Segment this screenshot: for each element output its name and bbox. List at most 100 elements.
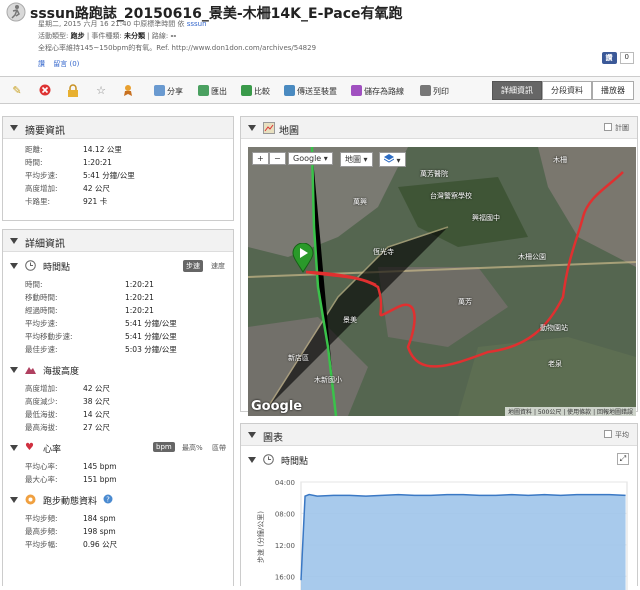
speed-toggle[interactable]: 速度 (208, 260, 228, 272)
row-value: 14.12 公里 (83, 145, 122, 154)
collapse-triangle-icon[interactable] (248, 125, 256, 131)
tab-splits[interactable]: 分段資料 (542, 81, 592, 100)
map-layers-button[interactable]: ▾ (379, 152, 406, 167)
collapse-triangle-icon[interactable] (10, 263, 18, 269)
max-percent-toggle[interactable]: 最高% (179, 442, 206, 454)
tab-details[interactable]: 詳細資訊 (492, 81, 542, 100)
owner-link[interactable]: sssun (187, 20, 207, 28)
summary-row: 平均步速: 5:41 分鐘/公里 (25, 169, 233, 182)
map-type-select[interactable]: 地圖 ▾ (340, 152, 373, 167)
running-dynamics-title: 跑步動態資料 (43, 497, 98, 507)
row-label: 最高步頻: (25, 527, 58, 536)
badge-icon[interactable] (121, 84, 135, 98)
heart-rate-section-header[interactable]: ♥ 心率 bpm 最高% 區帶 (3, 438, 233, 458)
row-value: 1:20:21 (83, 158, 112, 167)
map-title: 地圖 (279, 126, 299, 137)
timing-row: 移動時間: 1:20:21 (25, 291, 233, 304)
map-attribution[interactable]: 地圖資料 | 500公尺 | 使用條款 | 回報地圖錯誤 (505, 407, 636, 416)
summary-row: 卡路里: 921 卡 (25, 195, 233, 208)
chart-average-toggle[interactable]: 平均 (604, 430, 629, 440)
compare-button[interactable]: 比較 (241, 85, 270, 97)
heart-rate-row: 平均心率: 145 bpm (25, 460, 233, 473)
print-button[interactable]: 列印 (420, 85, 449, 97)
row-label: 最高海拔: (25, 423, 58, 432)
zones-toggle[interactable]: 區帶 (209, 442, 229, 454)
details-header[interactable]: 詳細資訊 (3, 230, 233, 252)
chart-timing-header[interactable]: 時間點 ⤢ (241, 450, 637, 470)
row-value: 921 卡 (83, 197, 108, 206)
chart-header[interactable]: 圖表 平均 (241, 424, 637, 446)
comments-link[interactable]: 留言 (0) (53, 60, 79, 68)
map-fullscreen-toggle[interactable]: 計圖 (604, 123, 629, 133)
details-panel: 詳細資訊 時間點 步速 速度 時間: 1:20:21 移動時間: 1:20:21 經… (2, 229, 234, 586)
google-logo: Google (251, 399, 303, 414)
course-label: | 路線: (147, 32, 169, 40)
activity-description[interactable]: 全程心率維持145~150bpm的有氧。Ref. http://www.don1… (38, 43, 316, 53)
mountain-icon (25, 364, 36, 375)
favorite-star-icon[interactable]: ☆ (94, 84, 108, 98)
lock-icon[interactable] (66, 84, 80, 98)
row-label: 平均步頻: (25, 514, 58, 523)
collapse-triangle-icon[interactable] (248, 457, 256, 463)
timing-row: 平均步速: 5:41 分鐘/公里 (25, 317, 233, 330)
social-line: 讚 留言 (0) (38, 59, 79, 69)
row-value: 42 公尺 (83, 384, 110, 393)
send-device-label: 傳送至裝置 (297, 87, 337, 96)
bpm-toggle[interactable]: bpm (153, 442, 175, 452)
event-value[interactable]: 未分類 (124, 32, 145, 40)
collapse-triangle-icon[interactable] (248, 432, 256, 438)
start-marker-icon[interactable] (292, 243, 314, 273)
send-to-device-button[interactable]: 傳送至裝置 (284, 85, 337, 97)
map-place-label: 新店區 (288, 354, 309, 362)
row-label: 時間: (25, 158, 43, 167)
collapse-triangle-icon[interactable] (10, 367, 18, 373)
timing-section-header[interactable]: 時間點 步速 速度 (3, 256, 233, 276)
help-icon[interactable]: ? (103, 494, 114, 505)
share-button[interactable]: 分享 (154, 85, 183, 97)
map-provider-select[interactable]: Google ▾ (288, 152, 333, 165)
timing-row: 時間: 1:20:21 (25, 278, 233, 291)
map-place-label: 興福國中 (472, 214, 500, 222)
export-button[interactable]: 匯出 (198, 85, 227, 97)
collapse-triangle-icon[interactable] (10, 497, 18, 503)
chart-panel: 圖表 平均 時間點 ⤢ 04:0008:0012:0016:0016:4033:… (240, 423, 638, 590)
delete-icon[interactable] (38, 84, 52, 98)
checkbox-icon (604, 430, 612, 438)
edit-pencil-icon[interactable]: ✎ (10, 84, 24, 98)
course-value[interactable]: -- (170, 32, 176, 40)
zoom-in-button[interactable]: + (252, 152, 269, 165)
timing-list: 時間: 1:20:21 移動時間: 1:20:21 經過時間: 1:20:21 平均步… (3, 276, 233, 356)
row-value: 5:41 分鐘/公里 (125, 332, 177, 341)
route-map[interactable]: + − Google ▾ 地圖 ▾ ▾ 萬芳醫院 台灣警察學校 興福國中 木柵 … (248, 147, 636, 416)
summary-header[interactable]: 摘要資訊 (3, 117, 233, 139)
elevation-row: 最低海拔: 14 公尺 (25, 408, 233, 421)
elevation-section-header[interactable]: 海拔高度 (3, 360, 233, 380)
activity-toolbar: ✎ ☆ 分享 匯出 比較 傳送至裝置 儲存為路線 列印 詳細資訊 分段資料 播放… (0, 76, 640, 104)
timing-row: 經過時間: 1:20:21 (25, 304, 233, 317)
y-tick-label: 08:00 (275, 510, 295, 518)
running-dynamics-section-header[interactable]: 跑步動態資料 ? (3, 490, 233, 510)
print-icon (420, 85, 431, 96)
pace-toggle[interactable]: 步速 (183, 260, 203, 272)
print-label: 列印 (433, 87, 449, 96)
collapse-triangle-icon[interactable] (10, 238, 18, 244)
type-value[interactable]: 跑步 (71, 32, 85, 40)
like-link[interactable]: 讚 (38, 60, 45, 68)
tab-player[interactable]: 播放器 (592, 81, 634, 100)
collapse-triangle-icon[interactable] (10, 125, 18, 131)
summary-row: 距離: 14.12 公里 (25, 143, 233, 156)
facebook-like-button[interactable]: 讚 (601, 52, 617, 64)
map-header[interactable]: 地圖 計圖 (241, 117, 637, 139)
expand-chart-icon[interactable]: ⤢ (617, 453, 629, 465)
row-value: 5:41 分鐘/公里 (125, 319, 177, 328)
pace-area (301, 494, 626, 590)
elevation-row: 最高海拔: 27 公尺 (25, 421, 233, 434)
collapse-triangle-icon[interactable] (10, 445, 18, 451)
dynamics-row: 平均步幅: 0.96 公尺 (25, 538, 233, 551)
zoom-out-button[interactable]: − (269, 152, 286, 165)
event-label: | 事件種類: (86, 32, 122, 40)
row-value: 184 spm (83, 514, 116, 523)
pace-chart[interactable]: 04:0008:0012:0016:0016:4033:2050:001:06:… (241, 470, 637, 590)
save-as-course-button[interactable]: 儲存為路線 (351, 85, 404, 97)
chart-average-label: 平均 (615, 431, 629, 439)
